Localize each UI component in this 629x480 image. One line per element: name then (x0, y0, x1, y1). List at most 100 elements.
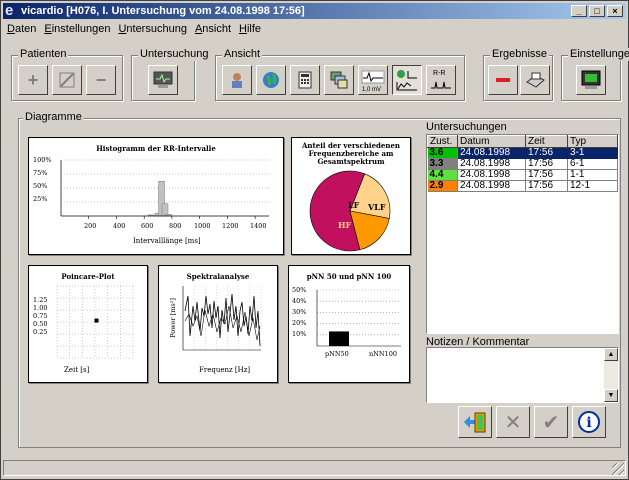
menu-untersuchung[interactable]: Untersuchung (114, 21, 191, 38)
spectrum-chart-icon (396, 70, 417, 91)
windows-view-button[interactable] (324, 65, 354, 95)
info-icon: i (578, 411, 600, 433)
maximize-button[interactable]: □ (589, 5, 605, 17)
untersuchung-group: Untersuchung (131, 48, 211, 101)
close-button[interactable]: × (607, 5, 623, 17)
pnn-ytick: 30% (292, 308, 307, 316)
printer-icon (526, 72, 545, 88)
spektral-panel: Spektralanalyse Power [ms²] Frequenz [Hz… (158, 265, 278, 383)
monitor-icon (153, 71, 173, 88)
calculator-icon (298, 71, 312, 89)
person-view-button[interactable] (222, 65, 252, 95)
notizen-field[interactable]: ▲ ▼ (426, 347, 619, 403)
remove-patient-button[interactable]: − (86, 65, 116, 95)
minus-icon: − (95, 70, 107, 90)
info-button[interactable]: i (572, 406, 606, 438)
histogram-panel: Histogramm der RR-Intervalle 100% 75% 50… (28, 137, 284, 255)
minimize-button[interactable]: _ (571, 5, 587, 17)
globe-icon (263, 72, 279, 88)
person-icon (232, 73, 242, 88)
einstellungen-label: Einstellungen (568, 48, 629, 61)
pie-label-lf: LF (348, 200, 360, 210)
table-row[interactable]: 2.9 24.08.1998 17:56 12-1 (427, 180, 618, 192)
settings-monitor-button[interactable] (576, 65, 606, 95)
scroll-up-icon[interactable]: ▲ (604, 348, 618, 361)
histogram-xtick: 1400 (250, 222, 267, 230)
pnn-category-pnn50: pNN50 (325, 350, 349, 358)
col-zeit[interactable]: Zeit (525, 135, 568, 148)
pnn-ytick: 40% (292, 297, 307, 305)
histogram-ytick: 75% (33, 169, 48, 177)
datum-cell: 24.08.1998 (457, 158, 526, 170)
zeit-cell: 17:56 (525, 158, 568, 170)
pnn-bar (329, 331, 349, 346)
menu-bar: Daten Einstellungen Untersuchung Ansicht… (3, 21, 265, 38)
pnn-ytick: 50% (292, 286, 307, 294)
col-typ[interactable]: Typ (567, 135, 618, 148)
pie-panel: Anteil der verschiedenen Frequenzbereich… (291, 137, 411, 255)
plus-icon: + (27, 70, 39, 90)
poincare-ytick: 1.00 (33, 304, 48, 312)
scroll-down-icon[interactable]: ▼ (604, 389, 618, 402)
cancel-button[interactable]: ✕ (496, 406, 530, 438)
table-row[interactable]: 3.6 24.08.1998 17:56 3-1 (427, 147, 618, 159)
pie-chart (309, 170, 391, 252)
poincare-point (94, 318, 99, 323)
untersuchungen-label: Untersuchungen (426, 121, 507, 133)
menu-ansicht[interactable]: Ansicht (191, 21, 235, 38)
zeit-cell: 17:56 (525, 180, 568, 192)
remove-result-button[interactable] (488, 65, 518, 95)
histogram-xtick: 200 (84, 222, 97, 230)
zust-cell: 2.9 (427, 180, 458, 192)
cancel-x-icon: ✕ (504, 411, 522, 434)
pnn-ytick: 10% (292, 330, 307, 338)
zeit-cell: 17:56 (525, 147, 568, 159)
einstellungen-group: Einstellungen (561, 48, 629, 101)
exit-button[interactable] (458, 406, 492, 438)
histogram-xlabel: Intervalllänge [ms] (133, 237, 201, 245)
check-icon: ✔ (542, 411, 560, 434)
menu-einstellungen[interactable]: Einstellungen (40, 21, 114, 38)
menu-hilfe[interactable]: Hilfe (235, 21, 265, 38)
notes-scrollbar[interactable]: ▲ ▼ (604, 348, 618, 402)
pnn-panel: pNN 50 und pNN 100 50% 40% 30% 20% 10% p… (288, 265, 410, 383)
resize-grip-icon[interactable] (612, 463, 624, 475)
typ-cell: 12-1 (567, 180, 618, 192)
calculator-view-button[interactable] (290, 65, 320, 95)
col-zust[interactable]: Zust. (427, 135, 458, 148)
status-bar (3, 458, 626, 477)
status-pane (3, 460, 626, 476)
ergebnisse-label: Ergebnisse (490, 48, 550, 61)
histogram-ytick: 100% (33, 156, 52, 164)
print-result-button[interactable] (520, 65, 550, 95)
confirm-button[interactable]: ✔ (534, 406, 568, 438)
untersuchung-label: Untersuchung (138, 48, 211, 61)
zust-cell: 4.4 (427, 169, 458, 181)
poincare-panel: Poincare-Plot 1.25 1.00 0.75 0.50 0.25 Z… (28, 265, 148, 383)
window-title: vicardio [H076, I. Untersuchung vom 24.0… (21, 5, 305, 17)
menu-daten[interactable]: Daten (3, 21, 40, 38)
rr-label: R-R (433, 70, 446, 77)
table-row[interactable]: 4.4 24.08.1998 17:56 1-1 (427, 169, 618, 181)
col-datum[interactable]: Datum (457, 135, 526, 148)
title-bar[interactable]: e vicardio [H076, I. Untersuchung vom 24… (3, 3, 626, 19)
examination-monitor-button[interactable] (148, 65, 178, 95)
untersuchungen-table-wrap: Zust. Datum Zeit Typ 3.6 24.08.1998 17:5… (426, 134, 619, 334)
edit-patient-button[interactable] (52, 65, 82, 95)
spectrum-view-button[interactable] (392, 65, 422, 95)
add-patient-button[interactable]: + (18, 65, 48, 95)
ansicht-label: Ansicht (222, 48, 263, 61)
ecg-scale-button[interactable]: 1,0 mV (358, 65, 388, 95)
rr-view-button[interactable]: R-R (426, 65, 456, 95)
spektral-ylabel: Power [ms²] (168, 298, 177, 338)
histogram-xtick: 400 (113, 222, 126, 230)
poincare-ytick: 0.75 (33, 312, 48, 320)
table-row[interactable]: 3.3 24.08.1998 17:56 6-1 (427, 158, 618, 170)
ansicht-group: Ansicht 1,0 mV R-R (215, 48, 465, 101)
typ-cell: 3-1 (567, 147, 618, 159)
zust-cell: 3.3 (427, 158, 458, 170)
globe-view-button[interactable] (256, 65, 286, 95)
typ-cell: 6-1 (567, 158, 618, 170)
patienten-group: Patienten + − (11, 48, 123, 101)
edit-chart-icon (59, 72, 75, 88)
